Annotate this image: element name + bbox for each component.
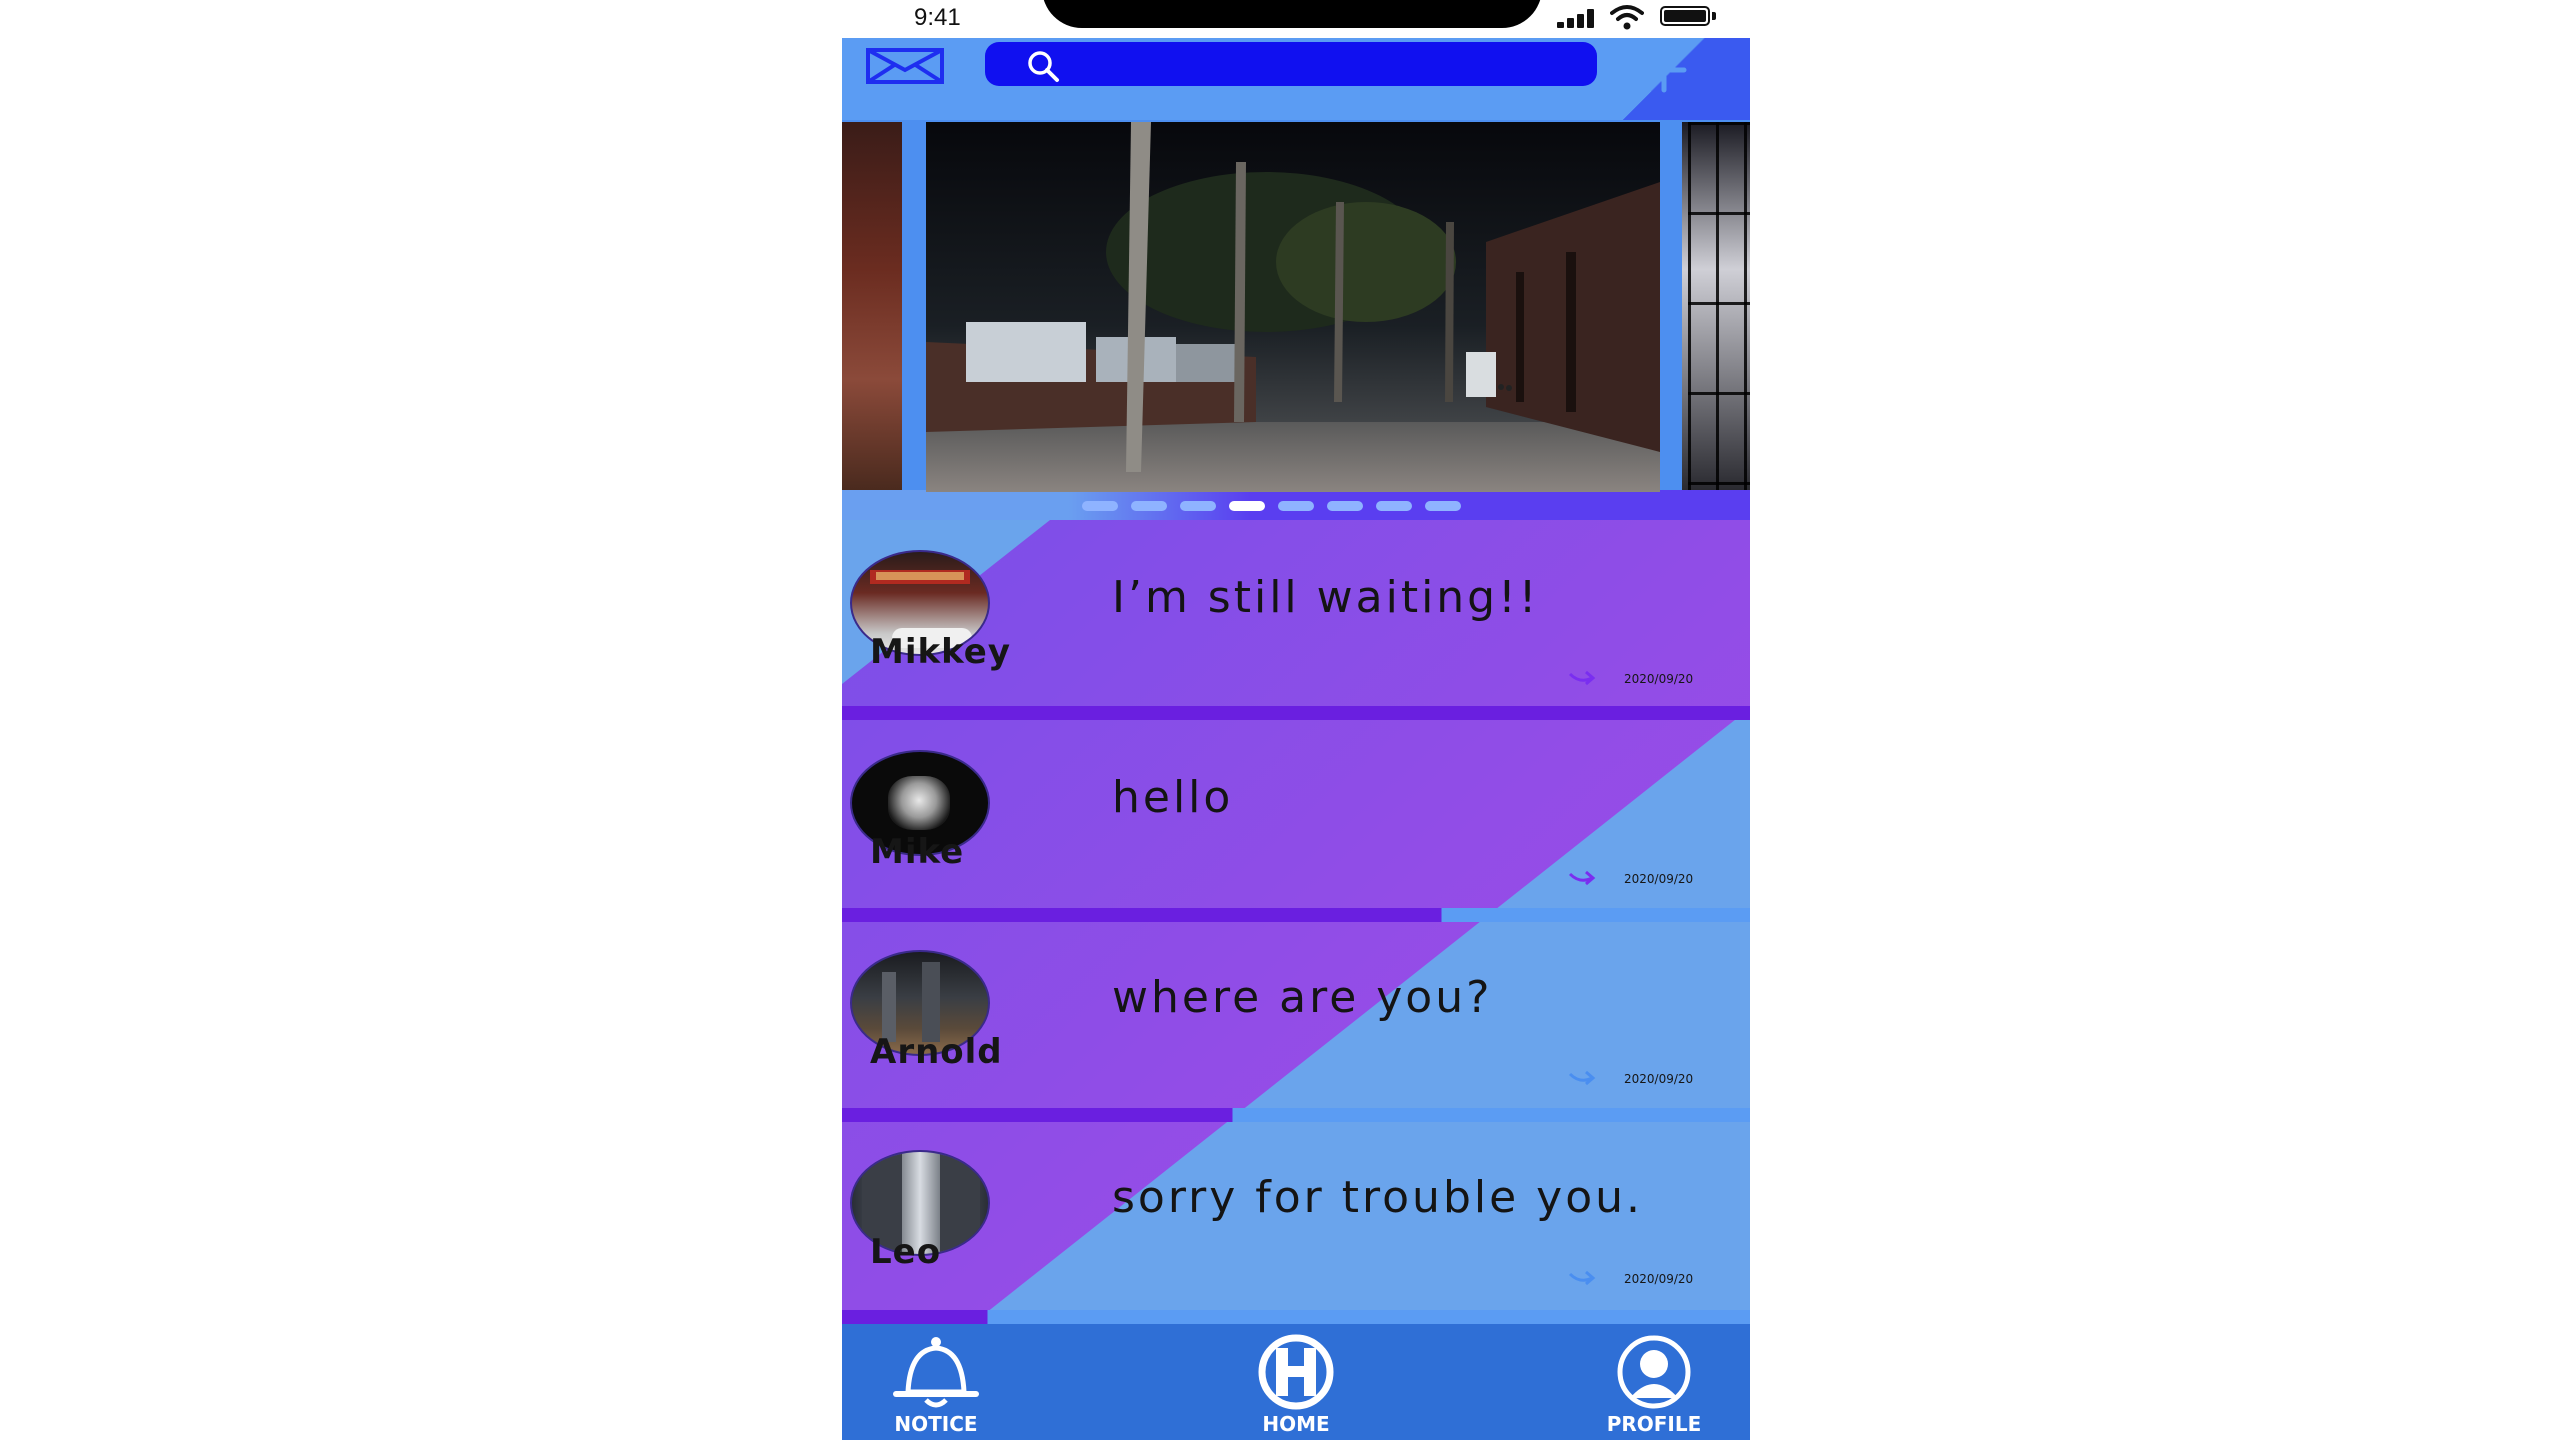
battery-icon bbox=[1660, 6, 1710, 26]
phone-screen: 9:41 Mikkey I’m still waiting!! 2020/09/… bbox=[842, 0, 1750, 1440]
row-divider bbox=[842, 1310, 1750, 1324]
message-preview: I’m still waiting!! bbox=[1112, 572, 1540, 623]
carousel-slide-previous[interactable] bbox=[842, 122, 902, 490]
carousel-dot[interactable] bbox=[1376, 501, 1412, 511]
carousel-dot[interactable] bbox=[1278, 501, 1314, 511]
reply-arrow-icon bbox=[1568, 1070, 1596, 1086]
message-date: 2020/09/20 bbox=[1624, 1272, 1694, 1286]
list-item[interactable]: Leo sorry for trouble you. 2020/09/20 bbox=[842, 1120, 1750, 1308]
list-item[interactable]: Arnold where are you? 2020/09/20 bbox=[842, 920, 1750, 1108]
status-time: 9:41 bbox=[914, 4, 961, 31]
tab-notice-label: NOTICE bbox=[894, 1412, 978, 1436]
reply-arrow-icon bbox=[1568, 670, 1596, 686]
carousel-dot[interactable] bbox=[1425, 501, 1461, 511]
carousel-dot[interactable] bbox=[1131, 501, 1167, 511]
message-date: 2020/09/20 bbox=[1624, 1072, 1694, 1086]
tab-bar: NOTICE HOME PROFILE bbox=[842, 1324, 1750, 1440]
tab-home-label: HOME bbox=[1262, 1412, 1330, 1436]
reply-arrow-icon bbox=[1568, 870, 1596, 886]
plus-icon[interactable] bbox=[1638, 44, 1690, 96]
carousel-dot[interactable] bbox=[1327, 501, 1363, 511]
contact-name: Arnold bbox=[870, 1032, 1003, 1072]
carousel-slide-next-window bbox=[1688, 122, 1750, 490]
message-list: Mikkey I’m still waiting!! 2020/09/20 Mi… bbox=[842, 520, 1750, 1324]
tab-profile-label: PROFILE bbox=[1606, 1412, 1702, 1436]
envelope-icon[interactable] bbox=[866, 46, 944, 86]
carousel-dot[interactable] bbox=[1180, 501, 1216, 511]
message-preview: sorry for trouble you. bbox=[1112, 1172, 1643, 1223]
tab-home[interactable]: HOME bbox=[1226, 1334, 1366, 1436]
contact-name: Leo bbox=[870, 1232, 942, 1272]
street-night-photo bbox=[926, 122, 1660, 492]
bell-icon bbox=[893, 1337, 979, 1408]
message-preview: where are you? bbox=[1112, 972, 1493, 1023]
reply-arrow-icon bbox=[1568, 1270, 1596, 1286]
message-preview: hello bbox=[1112, 772, 1234, 823]
message-date: 2020/09/20 bbox=[1624, 872, 1694, 886]
tab-notice[interactable]: NOTICE bbox=[866, 1334, 1006, 1436]
app-header bbox=[842, 38, 1750, 120]
carousel-pagination[interactable] bbox=[1082, 501, 1474, 511]
status-bar: 9:41 bbox=[842, 0, 1750, 38]
notch bbox=[1042, 0, 1542, 28]
carousel-dot[interactable] bbox=[1082, 501, 1118, 511]
battery-cap bbox=[1712, 12, 1716, 20]
list-item[interactable]: Mike hello 2020/09/20 bbox=[842, 720, 1750, 908]
carousel-slide-current[interactable] bbox=[926, 122, 1660, 492]
search-input[interactable] bbox=[1073, 48, 1577, 82]
signal-icon bbox=[1557, 8, 1601, 28]
contact-name: Mikkey bbox=[870, 632, 1012, 672]
search-icon[interactable] bbox=[1025, 48, 1061, 84]
home-h-icon bbox=[1258, 1334, 1334, 1410]
message-date: 2020/09/20 bbox=[1624, 672, 1694, 686]
wifi-icon bbox=[1610, 5, 1644, 30]
profile-icon bbox=[1617, 1335, 1691, 1409]
carousel-dot[interactable] bbox=[1229, 501, 1265, 511]
row-divider bbox=[842, 706, 1750, 720]
search-bar[interactable] bbox=[985, 42, 1597, 86]
tab-profile[interactable]: PROFILE bbox=[1584, 1334, 1724, 1436]
list-item[interactable]: Mikkey I’m still waiting!! 2020/09/20 bbox=[842, 520, 1750, 708]
image-carousel[interactable] bbox=[842, 120, 1750, 520]
contact-name: Mike bbox=[870, 832, 965, 872]
